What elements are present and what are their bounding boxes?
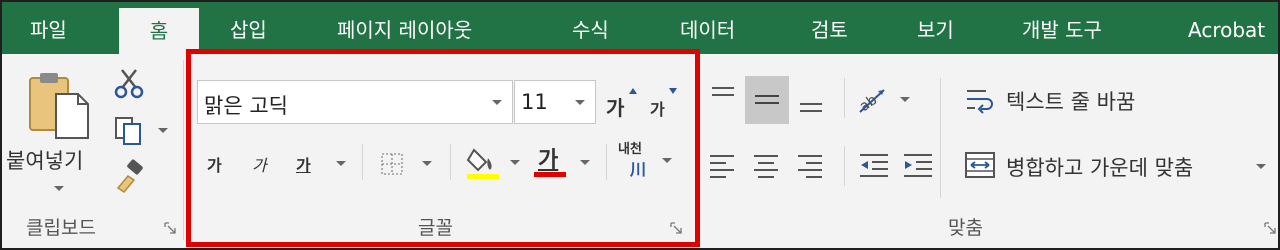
clipboard-separator — [183, 60, 184, 240]
merge-center-dropdown-caret — [1256, 164, 1266, 169]
copy-icon — [115, 117, 141, 145]
align-right-icon[interactable] — [794, 150, 828, 180]
merge-center-icon — [965, 152, 995, 178]
ribbon-tab-bar: 파일 홈 삽입 페이지 레이아웃 수식 데이터 검토 보기 개발 도구 Acro… — [2, 2, 1278, 54]
orientation-dropdown-caret — [900, 97, 910, 102]
wrap-text-label: 텍스트 줄 바꿈 — [1006, 90, 1136, 114]
tab-review[interactable]: 검토 — [811, 2, 848, 54]
clipboard-group-label: 클립보드 — [26, 217, 96, 239]
tab-insert[interactable]: 삽입 — [230, 2, 267, 54]
copy-button[interactable] — [108, 114, 170, 148]
tab-formulas[interactable]: 수식 — [572, 2, 609, 54]
align-left-icon[interactable] — [706, 150, 740, 180]
wrap-text-icon — [967, 90, 993, 114]
tab-developer[interactable]: 개발 도구 — [1022, 2, 1102, 54]
format-painter-icon[interactable] — [112, 158, 148, 194]
paste-dropdown-caret — [54, 186, 64, 191]
alignment-separator-2 — [940, 78, 941, 198]
clipboard-dialog-launcher-icon[interactable] — [164, 222, 176, 234]
merge-center-label: 병합하고 가운데 맞춤 — [1006, 156, 1194, 180]
middle-align-button[interactable] — [745, 76, 789, 124]
paste-button[interactable]: 붙여넣기 — [6, 58, 106, 208]
alignment-group-label: 맞춤 — [948, 217, 983, 239]
tab-file[interactable]: 파일 — [30, 2, 67, 54]
middle-align-icon — [755, 95, 779, 104]
font-group-highlight-box — [186, 49, 700, 247]
decrease-indent-icon[interactable] — [856, 150, 892, 180]
merge-center-button[interactable]: 병합하고 가운데 맞춤 — [960, 146, 1276, 186]
excel-ribbon-window: 파일 홈 삽입 페이지 레이아웃 수식 데이터 검토 보기 개발 도구 Acro… — [0, 0, 1280, 250]
paste-icon — [29, 73, 89, 139]
orientation-icon: ab — [857, 89, 885, 115]
alignment-separator-3 — [844, 146, 845, 186]
orientation-button[interactable]: ab — [854, 80, 914, 120]
tab-acrobat[interactable]: Acrobat — [1188, 2, 1265, 54]
tab-data[interactable]: 데이터 — [680, 2, 735, 54]
top-align-icon[interactable] — [706, 80, 740, 110]
wrap-text-button[interactable]: 텍스트 줄 바꿈 — [960, 80, 1200, 120]
bottom-align-icon[interactable] — [794, 90, 828, 120]
tab-home[interactable]: 홈 — [119, 8, 199, 54]
increase-indent-icon[interactable] — [900, 150, 936, 180]
tab-page-layout[interactable]: 페이지 레이아웃 — [337, 2, 472, 54]
alignment-dialog-launcher-icon[interactable] — [1264, 222, 1276, 234]
tab-view[interactable]: 보기 — [917, 2, 954, 54]
alignment-separator-1 — [844, 78, 845, 118]
align-center-icon[interactable] — [750, 150, 784, 180]
copy-dropdown-caret — [158, 128, 168, 133]
cut-icon[interactable] — [112, 66, 146, 100]
paste-label: 붙여넣기 — [6, 149, 84, 173]
